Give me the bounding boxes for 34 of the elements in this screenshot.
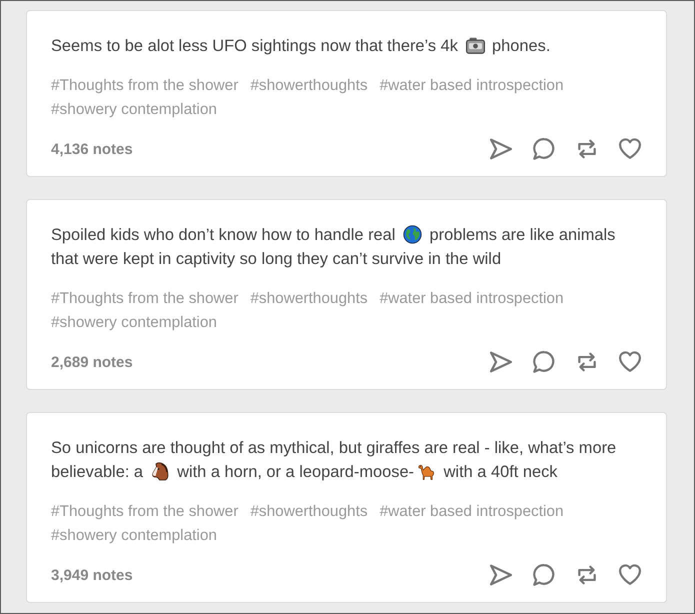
tag-link[interactable]: #Thoughts from the shower — [51, 287, 238, 311]
heart-icon[interactable] — [619, 564, 641, 586]
tag-link[interactable]: #showery contemplation — [51, 311, 217, 335]
repeat-arrows-icon[interactable] — [576, 138, 598, 160]
repeat-arrows-icon[interactable] — [576, 564, 598, 586]
tag-link[interactable]: #showery contemplation — [51, 98, 217, 122]
tag-link[interactable]: #water based introspection — [380, 74, 564, 98]
notes-count[interactable]: 2,689 notes — [51, 354, 133, 370]
tag-link[interactable]: #Thoughts from the shower — [51, 500, 238, 524]
post-text: So unicorns are thought of as mythical, but giraffes are real - like, what’s more believable: a with a horn, or a leopard-moose- with a 40ft neck — [51, 438, 618, 483]
notes-count[interactable]: 3,949 notes — [51, 566, 133, 584]
speech-bubble-icon[interactable] — [533, 138, 555, 160]
send-icon[interactable] — [490, 138, 512, 160]
tag-link[interactable]: #Thoughts from the shower — [51, 74, 238, 98]
notes-count[interactable]: 4,136 notes — [51, 140, 133, 158]
globe-icon — [402, 225, 422, 244]
heart-icon[interactable] — [619, 138, 641, 160]
tag-link[interactable]: #showery contemplation — [51, 524, 217, 548]
tag-link[interactable]: #showerthoughts — [250, 74, 368, 98]
horse-head-icon — [150, 462, 170, 481]
send-icon[interactable] — [490, 564, 512, 586]
post-text: Seems to be alot less UFO sightings now that there’s 4k phones. — [51, 35, 552, 57]
repeat-arrows-icon[interactable] — [576, 351, 598, 373]
tag-link[interactable]: #showerthoughts — [250, 500, 368, 524]
camera-icon — [466, 36, 484, 55]
post-text: Spoiled kids who don’t know how to handle real problems are like animals that were kept in captivity so long they can’t survive in the wild — [51, 224, 616, 270]
speech-bubble-icon[interactable] — [533, 564, 555, 586]
heart-icon[interactable] — [619, 351, 641, 373]
tag-link[interactable]: #water based introspection — [380, 500, 564, 524]
camel-icon — [417, 462, 436, 481]
speech-bubble-icon[interactable] — [533, 351, 555, 373]
send-icon[interactable] — [490, 351, 512, 373]
tag-link[interactable]: #showerthoughts — [250, 287, 368, 311]
tag-link[interactable]: #water based introspection — [380, 287, 564, 311]
